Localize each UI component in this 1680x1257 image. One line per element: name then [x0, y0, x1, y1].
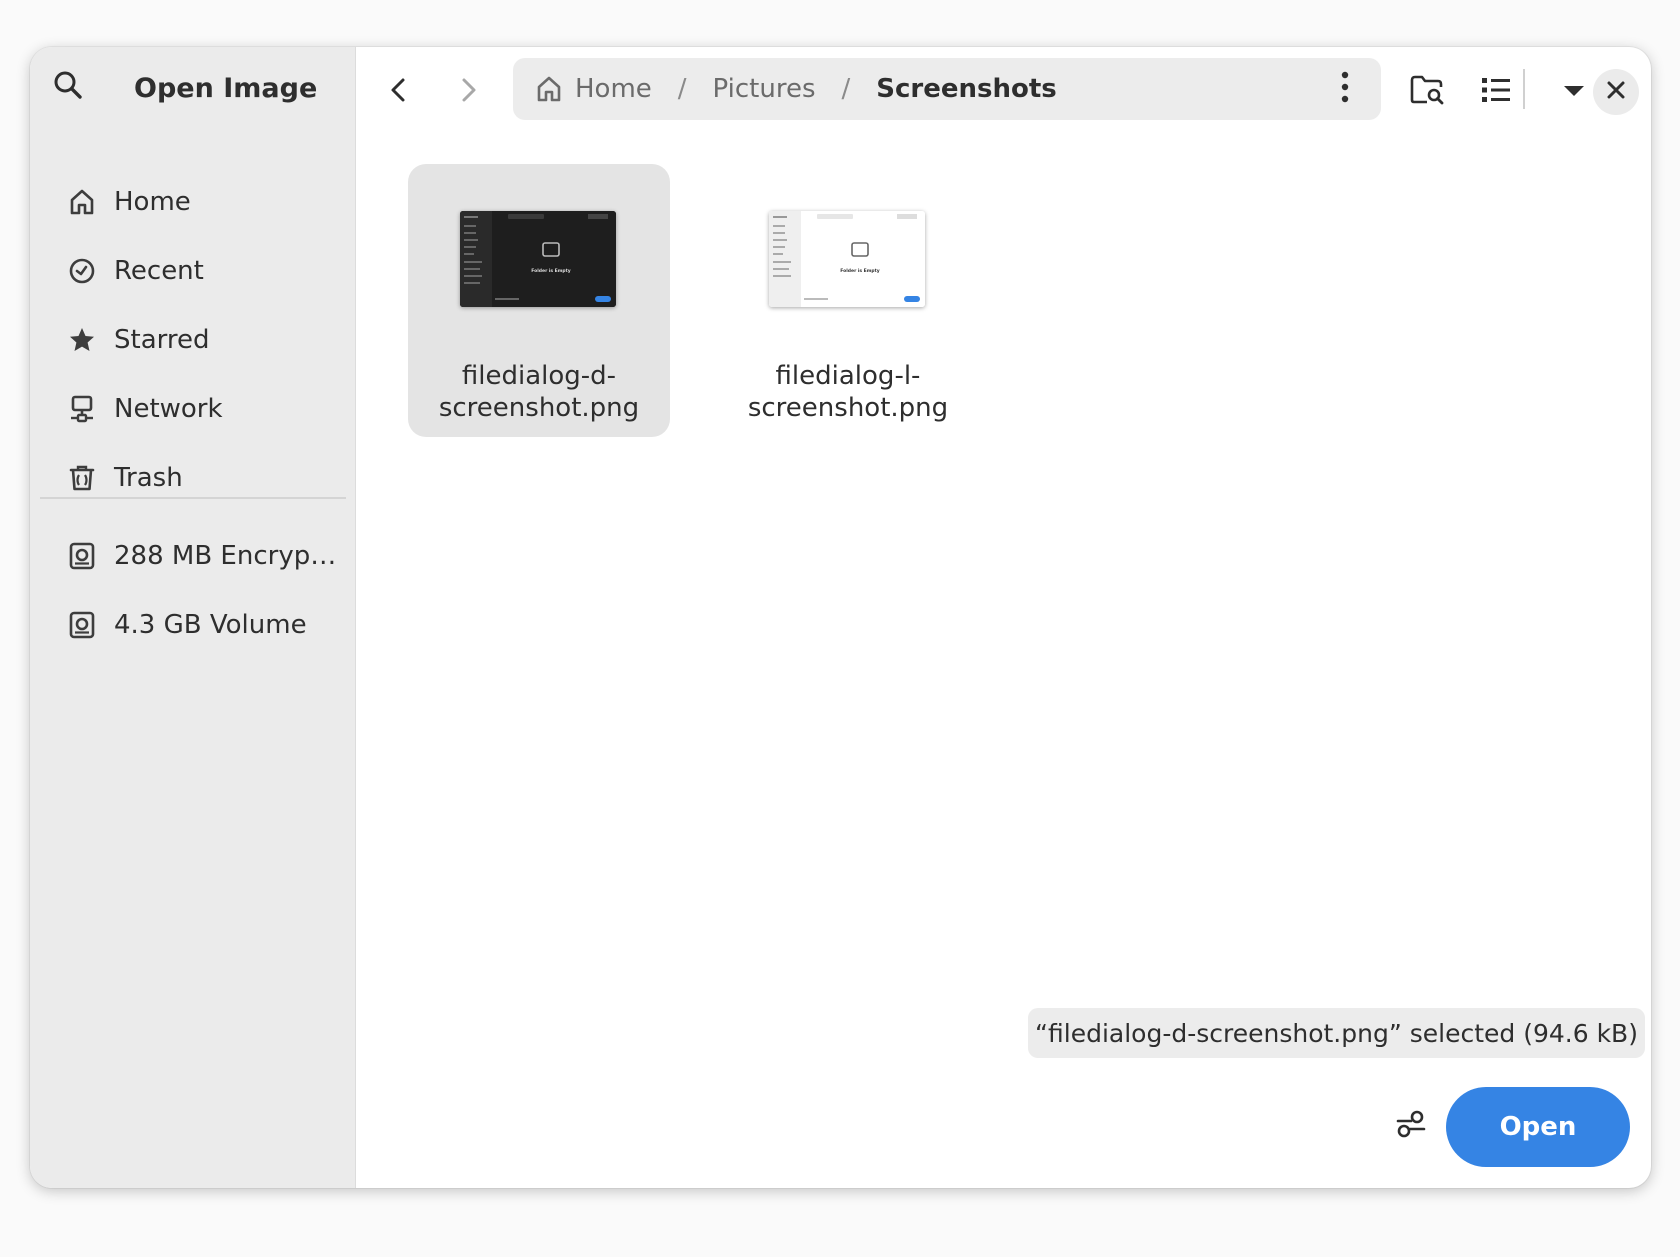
svg-text:Folder is Empty: Folder is Empty [531, 268, 571, 274]
breadcrumb-pictures[interactable]: Pictures [713, 74, 816, 104]
view-button-divider [1523, 69, 1525, 109]
file-chooser-dialog: Open Image Home Recent Starred Network T… [30, 47, 1651, 1188]
sidebar-separator [40, 497, 346, 499]
sidebar-item-recent[interactable]: Recent [30, 236, 355, 305]
breadcrumb-label: Screenshots [876, 74, 1057, 104]
options-button[interactable] [1386, 1101, 1436, 1151]
sidebar: Open Image Home Recent Starred Network T… [30, 47, 356, 1188]
drive-icon [66, 540, 98, 572]
breadcrumb-home[interactable]: Home [535, 74, 652, 104]
clock-icon [66, 255, 98, 287]
trash-icon [66, 462, 98, 494]
sidebar-item-starred[interactable]: Starred [30, 305, 355, 374]
file-item-dark-screenshot[interactable]: Folder is Empty filedialog-d- screenshot… [408, 164, 670, 437]
close-icon [1607, 81, 1625, 103]
sidebar-item-label: Trash [114, 462, 183, 493]
forward-button[interactable] [445, 69, 491, 115]
network-icon [66, 393, 98, 425]
drive-icon [66, 609, 98, 641]
breadcrumb-label: Home [575, 74, 652, 104]
star-icon [66, 324, 98, 356]
thumbnail-image: Folder is Empty [769, 211, 925, 307]
list-view-icon [1481, 76, 1511, 108]
path-bar: Home / Pictures / Screenshots [513, 58, 1381, 120]
back-button[interactable] [376, 69, 422, 115]
sidebar-item-label: 4.3 GB Volume [114, 609, 307, 640]
breadcrumb-separator: / [677, 74, 687, 104]
options-icon [1396, 1109, 1426, 1143]
search-button[interactable] [48, 67, 88, 107]
places-list: Home Recent Starred Network Trash [30, 167, 355, 512]
close-button[interactable] [1593, 69, 1639, 115]
breadcrumb-separator: / [841, 74, 851, 104]
file-name: filedialog-d- screenshot.png [438, 361, 640, 423]
view-options-dropdown[interactable] [1555, 67, 1593, 117]
sidebar-item-label: 288 MB Encryp… [114, 540, 337, 571]
home-icon [535, 75, 563, 103]
sidebar-item-trash[interactable]: Trash [30, 443, 355, 512]
sidebar-item-label: Recent [114, 255, 204, 286]
file-item-light-screenshot[interactable]: Folder is Empty filedialog-l- screenshot… [717, 164, 979, 437]
thumbnail-image: Folder is Empty [460, 211, 616, 307]
sidebar-item-encrypted-volume[interactable]: 288 MB Encryp… [30, 521, 355, 590]
sidebar-item-network[interactable]: Network [30, 374, 355, 443]
vertical-dots-icon [1340, 71, 1350, 107]
volumes-list: 288 MB Encryp… 4.3 GB Volume [30, 521, 355, 659]
chevron-left-icon [386, 77, 412, 107]
chevron-down-icon [1563, 83, 1585, 102]
breadcrumb-label: Pictures [712, 74, 816, 104]
search-folder-button[interactable] [1402, 67, 1452, 117]
file-name: filedialog-l- screenshot.png [747, 361, 949, 423]
home-icon [66, 186, 98, 218]
folder-search-icon [1410, 74, 1444, 110]
sidebar-item-home[interactable]: Home [30, 167, 355, 236]
sidebar-item-volume[interactable]: 4.3 GB Volume [30, 590, 355, 659]
open-button[interactable]: Open [1446, 1087, 1630, 1167]
sidebar-item-label: Network [114, 393, 223, 424]
svg-text:Folder is Empty: Folder is Empty [840, 268, 880, 274]
selection-status: “filedialog-d-screenshot.png” selected (… [1028, 1008, 1645, 1058]
chevron-right-icon [455, 77, 481, 107]
breadcrumb-screenshots[interactable]: Screenshots [876, 74, 1057, 104]
dialog-title: Open Image [134, 73, 318, 104]
list-view-button[interactable] [1473, 67, 1519, 117]
search-icon [53, 70, 83, 104]
sidebar-item-label: Starred [114, 324, 210, 355]
path-menu-button[interactable] [1325, 69, 1365, 109]
sidebar-item-label: Home [114, 186, 191, 217]
